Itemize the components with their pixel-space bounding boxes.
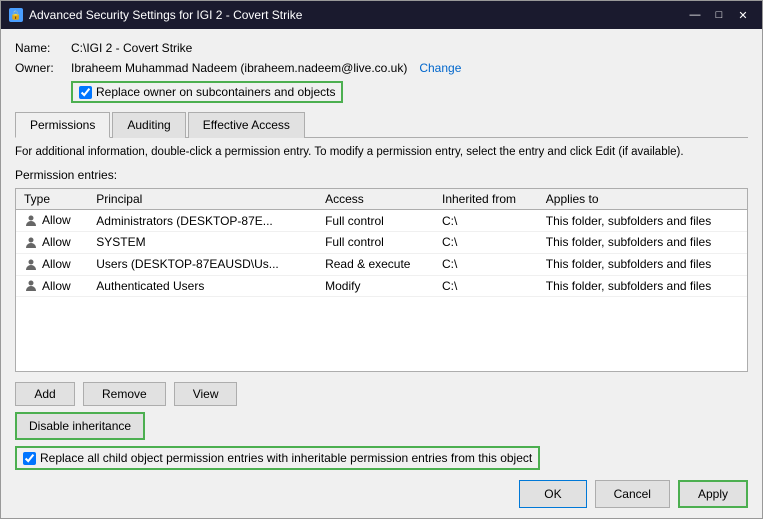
permission-entries-label: Permission entries: bbox=[15, 168, 748, 182]
replace-child-label[interactable]: Replace all child object permission entr… bbox=[40, 451, 532, 465]
col-header-inherited: Inherited from bbox=[434, 189, 538, 210]
name-value: C:\IGI 2 - Covert Strike bbox=[71, 41, 192, 55]
replace-owner-label[interactable]: Replace owner on subcontainers and objec… bbox=[96, 85, 335, 99]
col-header-principal: Principal bbox=[88, 189, 317, 210]
name-row: Name: C:\IGI 2 - Covert Strike bbox=[15, 41, 748, 55]
disable-inheritance-container: Disable inheritance bbox=[15, 412, 748, 440]
view-button[interactable]: View bbox=[174, 382, 238, 406]
col-header-access: Access bbox=[317, 189, 434, 210]
description-text: For additional information, double-click… bbox=[15, 144, 748, 160]
name-label: Name: bbox=[15, 41, 65, 55]
cell-access: Read & execute bbox=[317, 253, 434, 275]
cell-access: Modify bbox=[317, 275, 434, 297]
cell-principal: SYSTEM bbox=[88, 231, 317, 253]
disable-inheritance-button[interactable]: Disable inheritance bbox=[15, 412, 145, 440]
table-row[interactable]: AllowSYSTEMFull controlC:\This folder, s… bbox=[16, 231, 747, 253]
cell-inherited-from: C:\ bbox=[434, 275, 538, 297]
action-buttons-row: Add Remove View bbox=[15, 382, 748, 406]
cell-applies-to: This folder, subfolders and files bbox=[538, 210, 747, 232]
permissions-table: Type Principal Access Inherited from App… bbox=[16, 189, 747, 297]
tab-permissions[interactable]: Permissions bbox=[15, 112, 110, 138]
table-row[interactable]: AllowAuthenticated UsersModifyC:\This fo… bbox=[16, 275, 747, 297]
main-window: 🔒 Advanced Security Settings for IGI 2 -… bbox=[0, 0, 763, 519]
cell-applies-to: This folder, subfolders and files bbox=[538, 275, 747, 297]
content-area: Name: C:\IGI 2 - Covert Strike Owner: Ib… bbox=[1, 29, 762, 518]
bottom-buttons-row: OK Cancel Apply bbox=[15, 480, 748, 508]
table-row[interactable]: AllowAdministrators (DESKTOP-87E...Full … bbox=[16, 210, 747, 232]
maximize-button[interactable]: □ bbox=[708, 6, 730, 24]
cell-inherited-from: C:\ bbox=[434, 210, 538, 232]
table-header-row: Type Principal Access Inherited from App… bbox=[16, 189, 747, 210]
table-row[interactable]: AllowUsers (DESKTOP-87EAUSD\Us...Read & … bbox=[16, 253, 747, 275]
cell-type: Allow bbox=[16, 231, 88, 253]
permissions-table-container[interactable]: Type Principal Access Inherited from App… bbox=[15, 188, 748, 372]
replace-owner-row: Replace owner on subcontainers and objec… bbox=[71, 81, 343, 103]
cancel-button[interactable]: Cancel bbox=[595, 480, 670, 508]
cell-inherited-from: C:\ bbox=[434, 231, 538, 253]
tab-effective-access[interactable]: Effective Access bbox=[188, 112, 305, 138]
tab-auditing[interactable]: Auditing bbox=[112, 112, 185, 138]
owner-label: Owner: bbox=[15, 61, 65, 75]
title-bar: 🔒 Advanced Security Settings for IGI 2 -… bbox=[1, 1, 762, 29]
ok-button[interactable]: OK bbox=[519, 480, 586, 508]
cell-principal: Administrators (DESKTOP-87E... bbox=[88, 210, 317, 232]
cell-principal: Authenticated Users bbox=[88, 275, 317, 297]
cell-type: Allow bbox=[16, 210, 88, 232]
add-button[interactable]: Add bbox=[15, 382, 75, 406]
window-title: Advanced Security Settings for IGI 2 - C… bbox=[29, 8, 302, 22]
cell-inherited-from: C:\ bbox=[434, 253, 538, 275]
minimize-button[interactable]: — bbox=[684, 6, 706, 24]
replace-owner-checkbox[interactable] bbox=[79, 86, 92, 99]
col-header-type: Type bbox=[16, 189, 88, 210]
cell-access: Full control bbox=[317, 231, 434, 253]
window-icon: 🔒 bbox=[9, 8, 23, 22]
replace-child-checkbox[interactable] bbox=[23, 452, 36, 465]
change-owner-link[interactable]: Change bbox=[419, 61, 461, 75]
replace-child-row: Replace all child object permission entr… bbox=[15, 446, 540, 470]
cell-applies-to: This folder, subfolders and files bbox=[538, 231, 747, 253]
cell-access: Full control bbox=[317, 210, 434, 232]
apply-button[interactable]: Apply bbox=[678, 480, 748, 508]
col-header-applies: Applies to bbox=[538, 189, 747, 210]
cell-principal: Users (DESKTOP-87EAUSD\Us... bbox=[88, 253, 317, 275]
title-bar-left: 🔒 Advanced Security Settings for IGI 2 -… bbox=[9, 8, 302, 22]
tabs-container: Permissions Auditing Effective Access bbox=[15, 111, 748, 138]
title-bar-controls: — □ ✕ bbox=[684, 6, 754, 24]
cell-type: Allow bbox=[16, 253, 88, 275]
cell-applies-to: This folder, subfolders and files bbox=[538, 253, 747, 275]
cell-type: Allow bbox=[16, 275, 88, 297]
remove-button[interactable]: Remove bbox=[83, 382, 166, 406]
owner-value: Ibraheem Muhammad Nadeem (ibraheem.nadee… bbox=[71, 61, 407, 75]
close-button[interactable]: ✕ bbox=[732, 6, 754, 24]
owner-row: Owner: Ibraheem Muhammad Nadeem (ibrahee… bbox=[15, 61, 748, 75]
